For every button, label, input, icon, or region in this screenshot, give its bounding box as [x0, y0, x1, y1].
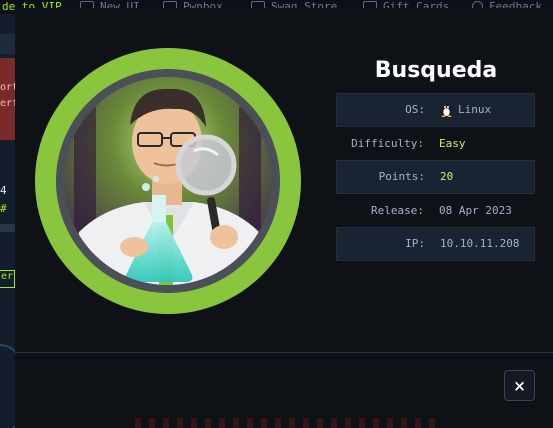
- info-row-points: Points: 20: [336, 160, 535, 194]
- release-value: 08 Apr 2023: [439, 203, 512, 217]
- background-decoration: [0, 344, 15, 428]
- points-label: Points:: [378, 170, 425, 184]
- linux-tux-icon: [440, 103, 453, 117]
- points-value: 20: [440, 170, 454, 184]
- alert-line: erf: [0, 98, 15, 109]
- background-page-left: ort erf 4 # er: [0, 14, 15, 428]
- background-hash: #: [0, 202, 7, 215]
- difficulty-value: Easy: [439, 136, 466, 150]
- background-progress-bar: [0, 224, 15, 232]
- info-row-ip: IP: 10.10.11.208: [336, 227, 535, 261]
- modal-footer-divider: [15, 352, 553, 353]
- machine-avatar: [34, 47, 302, 315]
- info-row-os: OS: Linux: [336, 93, 535, 127]
- background-number: 4: [0, 184, 7, 197]
- release-label: Release:: [371, 203, 424, 217]
- alert-line: ort: [0, 82, 15, 93]
- ip-value[interactable]: 10.10.11.208: [440, 237, 519, 250]
- footer-decoration: [135, 418, 435, 428]
- background-panel: [0, 34, 15, 54]
- machine-name-title: Busqueda: [374, 58, 498, 83]
- info-row-difficulty: Difficulty: Easy: [336, 127, 535, 161]
- machine-info-modal: Busqueda OS: Linux Difficulty: Easy Poin…: [15, 8, 553, 428]
- background-alert: ort erf: [0, 58, 15, 140]
- background-button[interactable]: er: [0, 270, 15, 288]
- ip-label: IP:: [405, 237, 425, 251]
- os-value-wrap: Linux: [440, 103, 491, 117]
- close-button[interactable]: ×: [504, 370, 535, 401]
- os-label: OS:: [405, 103, 425, 117]
- machine-info-table: OS: Linux Difficulty: Easy Points: 20 Re…: [336, 93, 535, 261]
- os-value: Linux: [458, 103, 492, 117]
- difficulty-label: Difficulty:: [351, 136, 424, 150]
- info-row-release: Release: 08 Apr 2023: [336, 194, 535, 228]
- scientist-avatar-image: [35, 48, 301, 314]
